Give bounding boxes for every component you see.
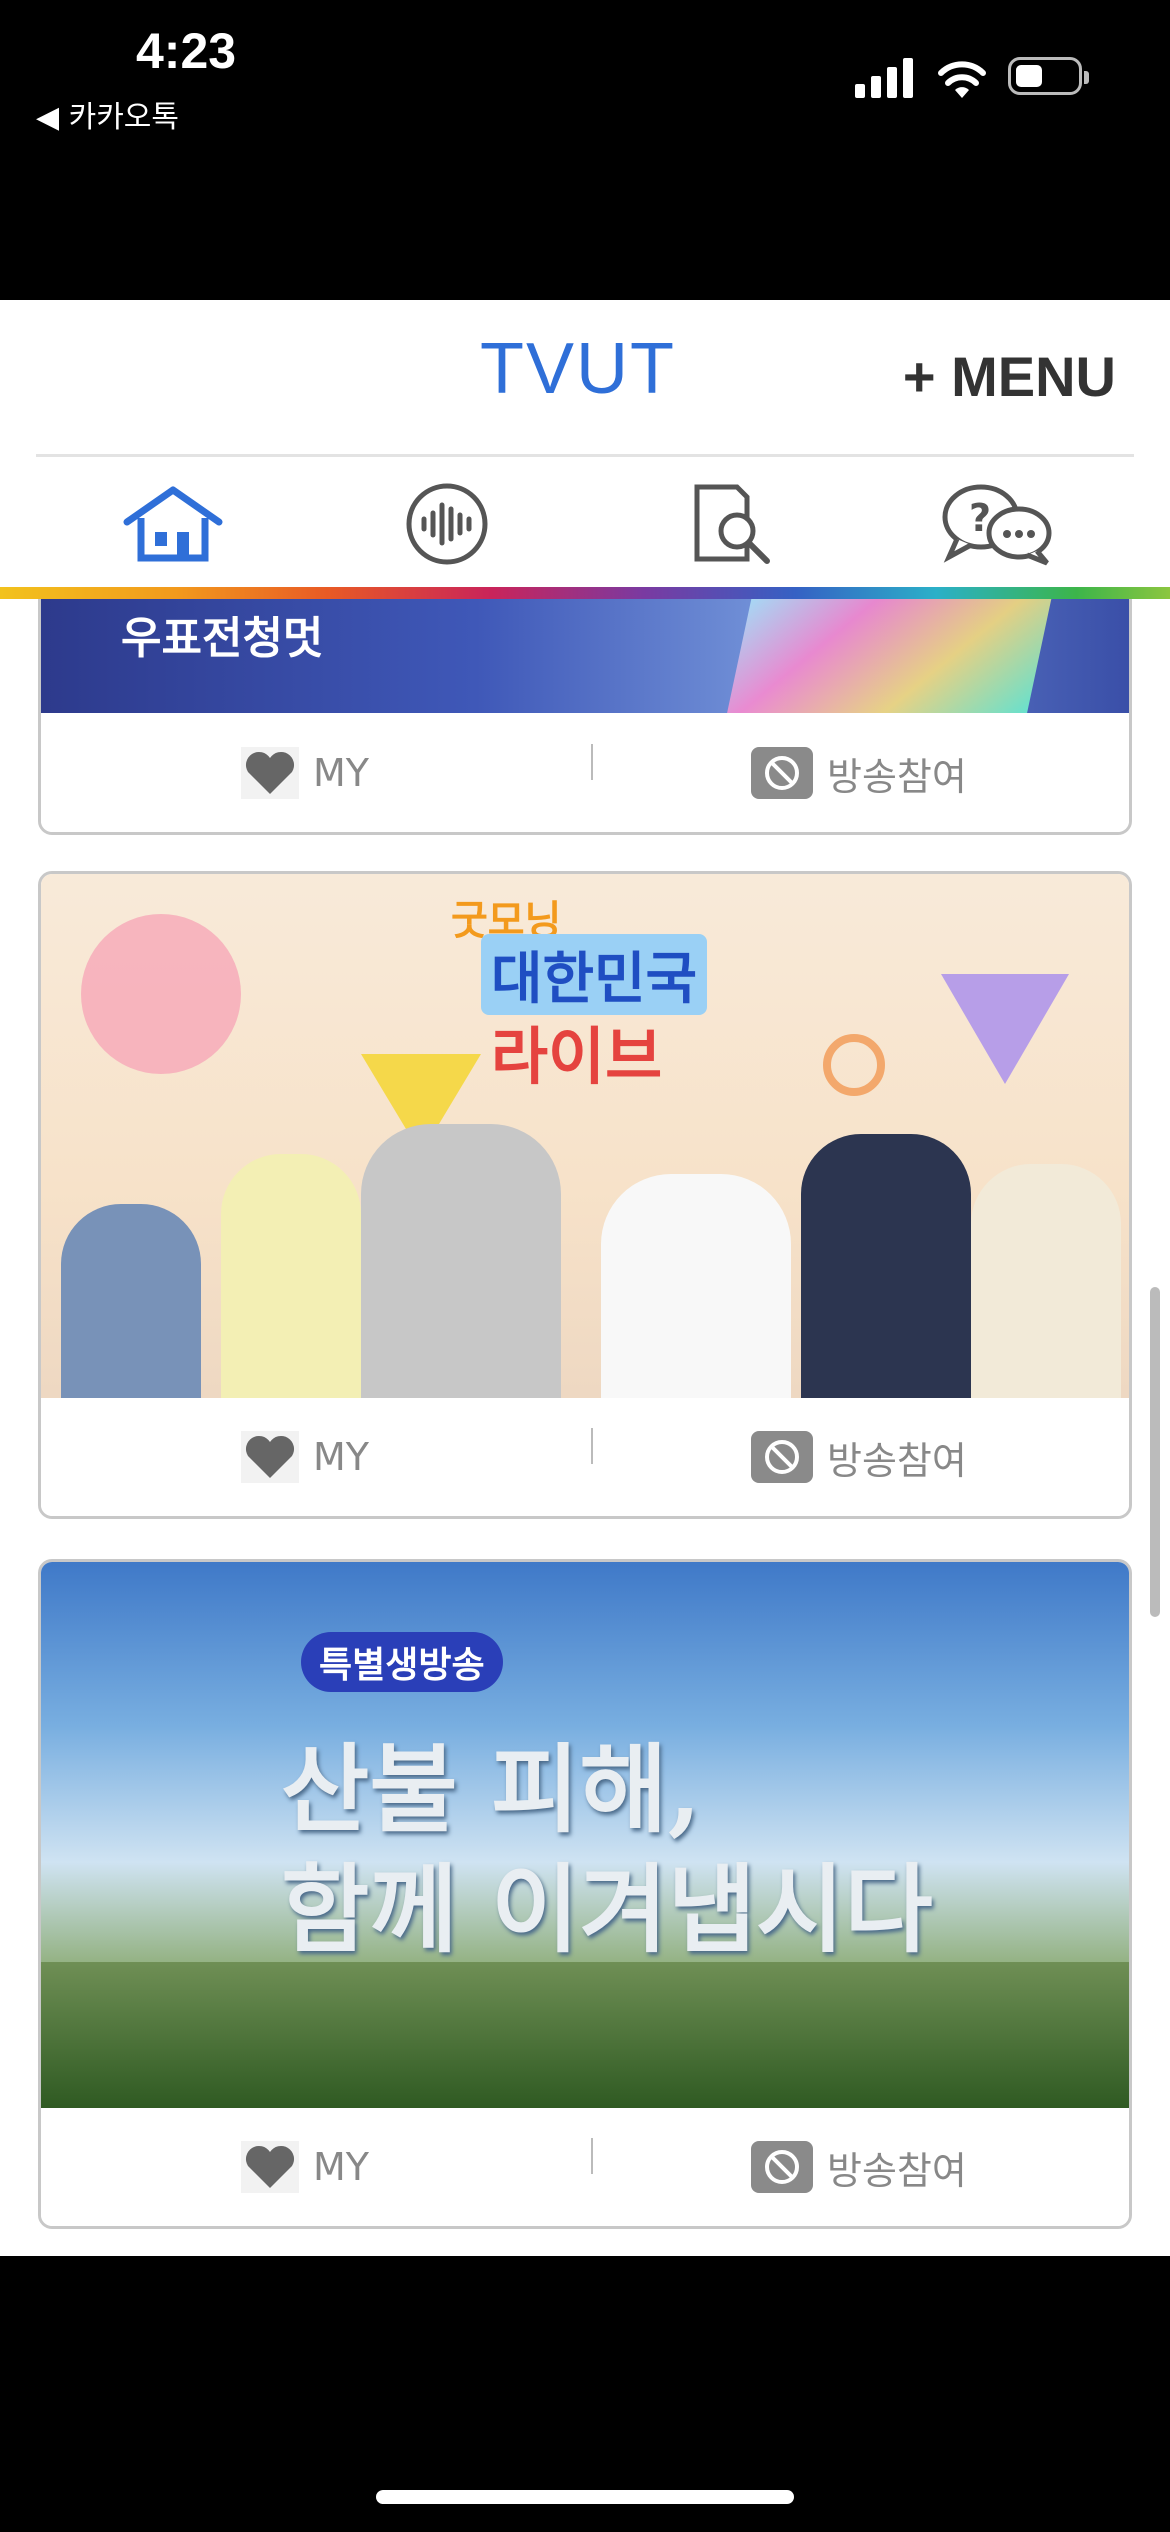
app-webview: TVUT + MENU ? 우표전청멋 MY 방송참여 굿모닝 대한민국 라이브… bbox=[0, 300, 1170, 2256]
participate-label: 방송참여 bbox=[827, 2148, 967, 2193]
banner-title-line1: 산불 피해, bbox=[281, 1733, 702, 1846]
back-to-kakaotalk-link[interactable]: ◀ 카카오톡 bbox=[36, 92, 179, 136]
app-header: TVUT + MENU bbox=[0, 300, 1170, 455]
my-label: MY bbox=[313, 1435, 369, 1479]
participate-label: 방송참여 bbox=[827, 754, 967, 799]
menu-button[interactable]: + MENU bbox=[903, 344, 1116, 409]
nav-qna[interactable]: ? bbox=[932, 479, 1062, 569]
program-banner-image[interactable]: 굿모닝 대한민국 라이브 bbox=[41, 874, 1129, 1398]
heart-icon bbox=[241, 1431, 299, 1483]
program-banner-image[interactable]: 우표전청멋 bbox=[41, 599, 1129, 713]
live-badge: 특별생방송 bbox=[301, 1632, 503, 1692]
program-card: 우표전청멋 MY 방송참여 bbox=[38, 599, 1132, 835]
program-card: 특별생방송 산불 피해, 함께 이겨냅시다 MY 방송참여 bbox=[38, 1559, 1132, 2229]
rainbow-divider bbox=[0, 587, 1170, 599]
no-entry-icon bbox=[751, 2141, 813, 2193]
program-card: 굿모닝 대한민국 라이브 MY 방송참여 bbox=[38, 871, 1132, 1519]
icon-nav-bar: ? bbox=[0, 457, 1170, 587]
participate-button[interactable]: 방송참여 bbox=[751, 2108, 967, 2226]
banner-title: 우표전청멋 bbox=[121, 613, 324, 664]
heart-icon bbox=[241, 2141, 299, 2193]
my-favorite-button[interactable]: MY bbox=[241, 2108, 369, 2226]
card-action-bar: MY 방송참여 bbox=[41, 2108, 1129, 2226]
heart-icon bbox=[241, 747, 299, 799]
action-divider bbox=[591, 1428, 593, 1464]
status-time: 4:23 bbox=[136, 23, 237, 79]
participate-button[interactable]: 방송참여 bbox=[751, 714, 967, 832]
no-entry-icon bbox=[751, 1431, 813, 1483]
home-indicator[interactable] bbox=[376, 2490, 794, 2504]
card-action-bar: MY 방송참여 bbox=[41, 1398, 1129, 1516]
banner-title-line2: 라이브 bbox=[491, 1020, 663, 1093]
nav-home[interactable] bbox=[108, 479, 238, 569]
action-divider bbox=[591, 2138, 593, 2174]
no-entry-icon bbox=[751, 747, 813, 799]
document-search-icon bbox=[694, 484, 770, 564]
cellular-signal-icon bbox=[855, 58, 913, 98]
wifi-icon bbox=[938, 61, 986, 98]
battery-icon bbox=[1008, 57, 1089, 95]
participate-button[interactable]: 방송참여 bbox=[751, 1398, 967, 1516]
action-divider bbox=[591, 744, 593, 780]
my-label: MY bbox=[313, 751, 369, 795]
card-action-bar: MY 방송참여 bbox=[41, 714, 1129, 832]
status-bar: 4:23 ◀ 카카오톡 bbox=[0, 0, 1170, 300]
my-label: MY bbox=[313, 2145, 369, 2189]
my-favorite-button[interactable]: MY bbox=[241, 1398, 369, 1516]
nav-audio[interactable] bbox=[382, 479, 512, 569]
program-feed: 우표전청멋 MY 방송참여 굿모닝 대한민국 라이브 MY 방송참여 특별생방송… bbox=[0, 599, 1170, 2256]
app-logo[interactable]: TVUT bbox=[480, 328, 676, 410]
banner-title-line2: 함께 이겨냅시다 bbox=[281, 1853, 933, 1966]
my-favorite-button[interactable]: MY bbox=[241, 714, 369, 832]
participate-label: 방송참여 bbox=[827, 1438, 967, 1483]
scrollbar[interactable] bbox=[1150, 1287, 1160, 1617]
nav-search[interactable] bbox=[667, 479, 797, 569]
home-icon bbox=[123, 486, 223, 562]
question-chat-icon: ? bbox=[942, 484, 1052, 566]
banner-title-line1: 대한민국 bbox=[481, 934, 708, 1015]
audio-wave-icon bbox=[406, 483, 488, 565]
program-banner-image[interactable]: 특별생방송 산불 피해, 함께 이겨냅시다 bbox=[41, 1562, 1129, 2108]
